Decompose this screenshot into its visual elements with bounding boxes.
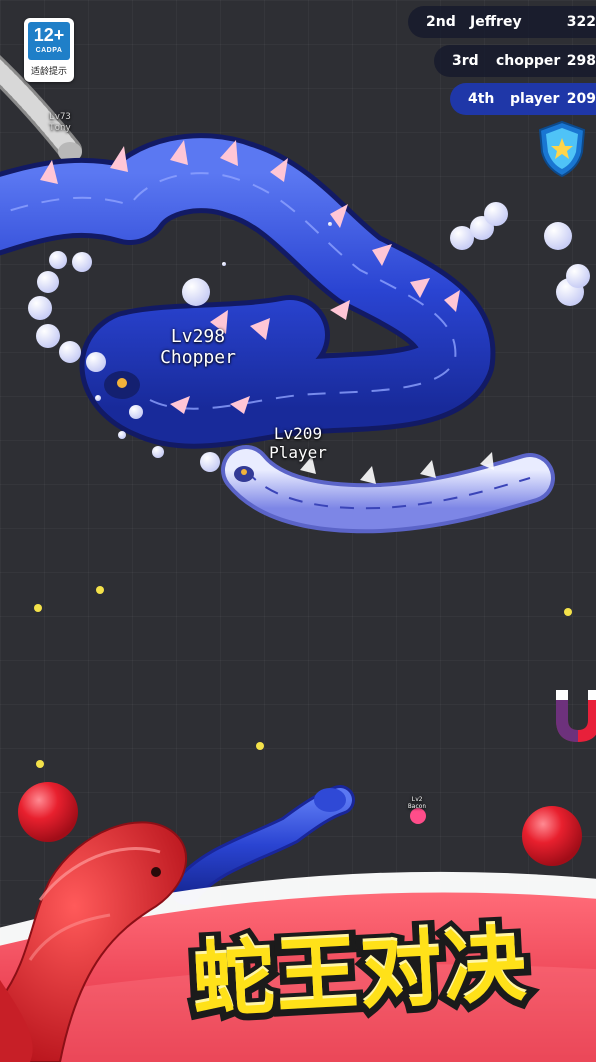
leaderboard-rank: 2nd [426,14,456,30]
game-title: 蛇王对决 蛇王对决 [140,910,580,1038]
small-blue-snake [171,785,355,905]
name-tag-chopper: Lv298 Chopper [138,326,258,368]
player-level: Lv209 [273,424,323,443]
leaderboard-name: Jeffrey [470,14,522,30]
leaderboard-score: 298 [566,53,596,69]
game-screen[interactable]: 12+ CADPA 适龄提示 2nd Jeffrey 322 3rd chopp… [0,0,596,1062]
age-rating-number: 12+ [33,25,65,45]
name-tag-player: Lv209 Player [244,424,352,462]
age-rating-tip: 适龄提示 [30,67,67,77]
leaderboard-rank: 4th [468,91,495,107]
player-level: Lv298 [170,326,226,347]
age-rating-org: CADPA [35,47,63,54]
leaderboard-row: 3rd chopper 298 [434,45,596,77]
age-rating-badge: 12+ CADPA 适龄提示 [24,18,74,82]
player-name: Chopper [160,347,236,368]
leaderboard-row: 2nd Jeffrey 322 [408,6,596,38]
leaderboard-row-self: 4th player 209 [450,83,596,115]
age-rating-box: 12+ CADPA [28,22,70,60]
leaderboard-name: chopper [496,53,561,69]
game-title-text: 蛇王对决 [189,917,531,1030]
leaderboard-score: 209 [566,91,596,107]
player-level: Lv73 [49,112,71,122]
player-level: Lv2 [411,796,423,803]
player-name: Player [269,443,327,462]
player-name: Bacon [407,803,427,810]
magnet-icon[interactable] [556,690,596,742]
player-name: Tony [49,123,71,133]
leaderboard-name: player [510,91,560,107]
leaderboard-rank: 3rd [452,53,479,69]
name-tag-small: Lv2 Bacon [402,796,432,810]
name-tag-tony: Lv73 Tony [38,112,82,134]
game-field [0,54,596,1062]
shield-star-icon[interactable] [538,120,586,178]
chopper-snake [0,133,496,449]
leaderboard-score: 322 [566,14,596,30]
food-dots [34,586,572,768]
